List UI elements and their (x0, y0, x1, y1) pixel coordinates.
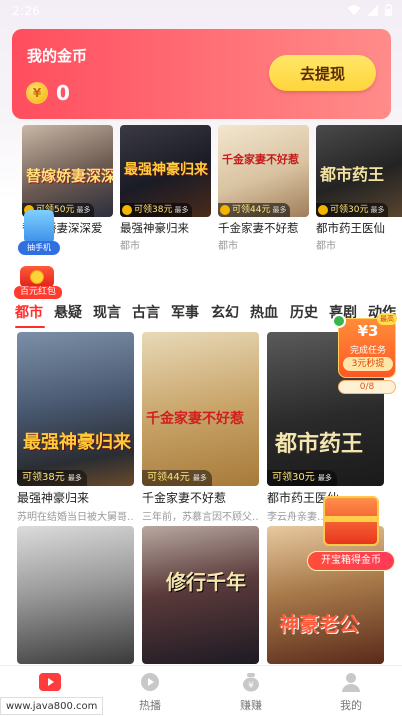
user-icon (339, 670, 363, 694)
drama-poster-text: 神豪老公 (279, 612, 359, 636)
featured-poster-text: 替嫁娇妻深深爱 (26, 167, 113, 185)
tab-xianyan[interactable]: 现言 (93, 302, 121, 322)
task-progress: 0/8 (338, 380, 396, 394)
featured-strip[interactable]: 替嫁娇妻深深爱 可领50元最多 替嫁娇妻深深爱 最强神豪归来 可领38元最多 最… (0, 125, 402, 255)
coin-icon (318, 205, 328, 215)
reward-tag: 可领38元 最多 (17, 470, 87, 486)
drama-card[interactable]: 最强神豪归来 可领38元 最多 最强神豪归来 苏明在结婚当日被大舅哥… (17, 332, 134, 523)
treasure-chest-icon (323, 496, 379, 546)
red-packet-label: 百元红包 (14, 286, 62, 299)
coin-card-title: 我的金币 (27, 47, 88, 65)
tab-dushi[interactable]: 都市 (15, 302, 43, 322)
nav-item-home[interactable] (20, 670, 80, 697)
drama-poster-text: 最强神豪归来 (23, 432, 131, 453)
featured-card[interactable]: 千金家妻不好惹 可领44元 最多 千金家妻不好惹 都市 (218, 125, 309, 252)
task-reward-widget[interactable]: ¥3 最高 完成任务 3元秒提 0/8 (332, 313, 398, 398)
featured-poster[interactable]: 千金家妻不好惹 可领44元 最多 (218, 125, 309, 217)
featured-title: 最强神豪归来 (120, 221, 189, 235)
status-icons (347, 4, 392, 16)
drama-poster-text: 修行千年 (166, 570, 246, 594)
featured-category: 都市 (316, 241, 336, 252)
nav-item-hot[interactable]: 热播 (120, 670, 180, 713)
tab-guyan[interactable]: 古言 (132, 302, 160, 322)
phone-icon (24, 210, 54, 244)
svg-text:¥: ¥ (248, 681, 254, 691)
drama-card[interactable] (17, 526, 134, 664)
tab-junshi[interactable]: 军事 (171, 302, 199, 322)
featured-poster-text: 最强神豪归来 (124, 162, 208, 178)
watermark: www.java800.com (0, 697, 104, 715)
play-circle-icon (138, 670, 162, 694)
reward-tag: 可领44元 最多 (142, 470, 212, 486)
nav-label-earn: 赚赚 (240, 699, 262, 712)
nav-label-hot: 热播 (139, 699, 161, 712)
tab-xuanhuan[interactable]: 玄幻 (211, 302, 239, 322)
treasure-chest-label: 开宝箱得金币 (307, 551, 395, 571)
task-reward-panel[interactable]: ¥3 最高 完成任务 3元秒提 (338, 313, 397, 378)
featured-category: 都市 (218, 241, 238, 252)
nav-item-earn[interactable]: ¥ 赚赚 (221, 670, 281, 713)
coin-value: 0 (56, 81, 70, 105)
reward-tag: 可领38元 最多 (120, 203, 193, 217)
drama-poster[interactable]: 千金家妻不好惹 可领44元 最多 (142, 332, 259, 486)
drama-card[interactable]: 千金家妻不好惹 可领44元 最多 千金家妻不好惹 三年前，苏慕言因不顾父… (142, 332, 259, 523)
reward-tag: 可领30元 最多 (316, 203, 389, 217)
featured-title: 千金家妻不好惹 (218, 221, 299, 235)
drama-poster[interactable]: 修行千年 (142, 526, 259, 664)
drama-title: 最强神豪归来 (17, 491, 90, 505)
featured-poster-text: 都市药王 (320, 165, 385, 184)
phone-giveaway-label: 抽手机 (18, 241, 60, 255)
nav-label-profile: 我的 (340, 699, 362, 712)
treasure-chest-button[interactable]: 开宝箱得金币 (307, 496, 395, 576)
active-tab-indicator (15, 326, 45, 328)
drama-poster[interactable]: 最强神豪归来 可领38元 最多 (17, 332, 134, 486)
money-bag-icon: ¥ (239, 670, 263, 694)
reward-tag: 可领44元 最多 (218, 203, 291, 217)
tab-xuanyi[interactable]: 悬疑 (54, 302, 82, 322)
featured-card[interactable]: 都市药王 可领30元 最多 都市药王医仙 都市 (316, 125, 402, 252)
drama-poster-text: 千金家妻不好惹 (146, 411, 244, 427)
coin-icon (122, 205, 132, 215)
status-bar: 2:26 (0, 0, 402, 24)
tab-rexue[interactable]: 热血 (250, 302, 278, 322)
featured-poster-text: 千金家妻不好惹 (222, 153, 299, 166)
phone-giveaway-badge[interactable]: 抽手机 (18, 210, 60, 256)
coin-card: 我的金币 ¥ 0 去提现 (12, 29, 391, 119)
task-description: 完成任务 (349, 346, 386, 356)
coin-icon (30, 270, 44, 284)
featured-poster[interactable]: 最强神豪归来 可领38元 最多 (120, 125, 211, 217)
coin-icon (220, 205, 230, 215)
drama-description: 三年前，苏慕言因不顾父… (142, 512, 259, 523)
battery-icon (385, 4, 392, 16)
withdraw-button[interactable]: 去提现 (269, 55, 376, 91)
tab-lishi[interactable]: 历史 (290, 302, 318, 322)
featured-poster[interactable]: 都市药王 可领30元 最多 (316, 125, 402, 217)
drama-poster-text: 都市药王 (275, 432, 364, 457)
featured-category: 都市 (120, 241, 140, 252)
drama-card[interactable]: 修行千年 (142, 526, 259, 664)
play-video-icon (38, 670, 62, 694)
drama-description: 苏明在结婚当日被大舅哥… (17, 512, 134, 523)
signal-icon (367, 4, 378, 16)
clock-icon (332, 314, 346, 328)
reward-tag: 可领30元 最多 (267, 470, 337, 486)
featured-title: 都市药王医仙 (316, 221, 385, 235)
nav-item-profile[interactable]: 我的 (321, 670, 381, 713)
task-badge: 最高 (377, 313, 397, 325)
drama-title: 千金家妻不好惹 (142, 491, 227, 505)
coin-balance: ¥ 0 (26, 81, 70, 105)
featured-poster[interactable]: 替嫁娇妻深深爱 可领50元最多 (22, 125, 113, 217)
coin-icon: ¥ (26, 82, 48, 104)
drama-poster[interactable] (17, 526, 134, 664)
wifi-icon (347, 4, 361, 15)
task-highlight: 3元秒提 (343, 357, 393, 371)
status-time: 2:26 (12, 4, 41, 18)
red-packet-button[interactable]: 百元红包 (14, 266, 62, 300)
featured-card[interactable]: 最强神豪归来 可领38元 最多 最强神豪归来 都市 (120, 125, 211, 252)
